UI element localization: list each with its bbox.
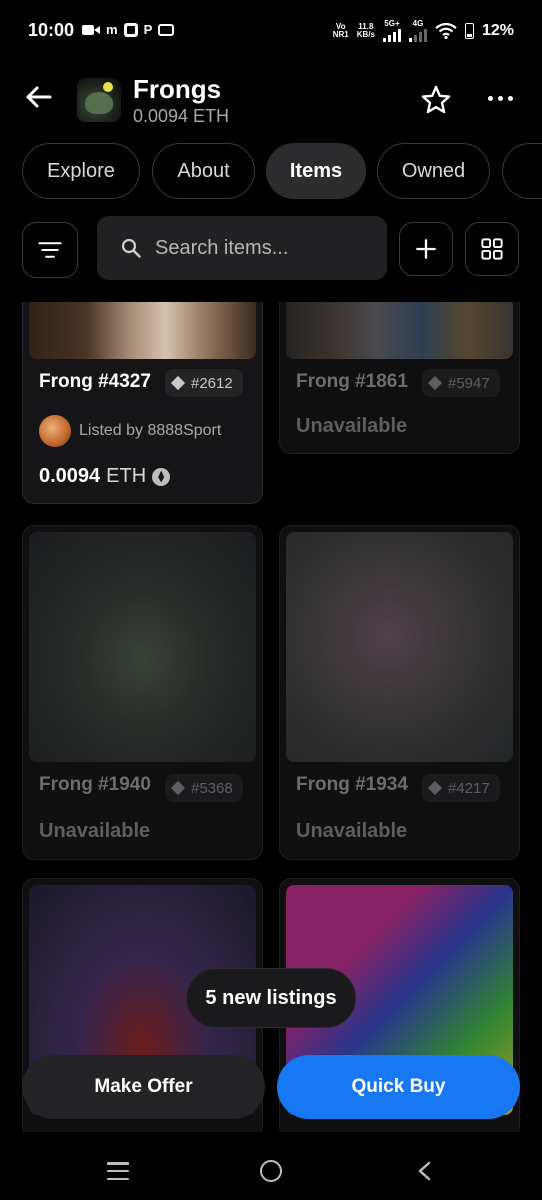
- tab-explore[interactable]: Explore: [22, 143, 140, 199]
- collection-floor-price: 0.0094 ETH: [133, 106, 230, 126]
- rank-diamond-icon: [170, 780, 186, 796]
- signal-5g: 5G+: [382, 20, 401, 42]
- seller-avatar: [39, 415, 71, 447]
- collection-tabs: Explore About Items Owned: [22, 143, 542, 199]
- item-card[interactable]: Frong #1940 #5368 Unavailable: [22, 525, 263, 860]
- new-listings-toast[interactable]: 5 new listings: [186, 968, 356, 1028]
- item-card[interactable]: Frong #1934 #4217 Unavailable: [279, 525, 520, 860]
- tab-more[interactable]: [502, 143, 542, 199]
- more-options-icon[interactable]: [488, 90, 518, 106]
- item-card[interactable]: Frong #4327 #2612 Listed by 8888Sport 0.…: [22, 302, 263, 504]
- system-nav-bar: [0, 1140, 542, 1200]
- add-icon[interactable]: [399, 222, 453, 276]
- app-icon: [123, 22, 138, 37]
- availability-status: Unavailable: [296, 415, 408, 437]
- signal-bars-icon: [408, 28, 427, 42]
- availability-status: Unavailable: [296, 820, 408, 842]
- collection-header: Frongs 0.0094 ETH: [0, 62, 542, 138]
- item-name: Frong #4327: [39, 371, 151, 392]
- wifi-icon: [435, 23, 457, 39]
- make-offer-button[interactable]: Make Offer: [22, 1055, 265, 1119]
- seller-label: Listed by 8888Sport: [79, 422, 222, 439]
- rarity-rank: #5368: [165, 774, 243, 802]
- nav-back-icon[interactable]: [414, 1160, 436, 1182]
- item-image: [286, 302, 513, 359]
- m-icon: m: [106, 22, 118, 37]
- rarity-rank: #4217: [422, 774, 500, 802]
- cast-icon: [158, 23, 175, 36]
- search-icon: [121, 238, 141, 258]
- rank-diamond-icon: [427, 780, 443, 796]
- tab-about[interactable]: About: [152, 143, 255, 199]
- availability-status: Unavailable: [39, 820, 151, 842]
- item-name: Frong #1940: [39, 774, 151, 795]
- tab-owned[interactable]: Owned: [377, 143, 490, 199]
- rarity-rank: #5947: [422, 369, 500, 397]
- tab-items[interactable]: Items: [266, 143, 366, 199]
- item-image: [286, 532, 513, 762]
- filter-icon[interactable]: [22, 222, 78, 278]
- item-price: 0.0094 ETH: [39, 465, 171, 488]
- collection-avatar: [77, 78, 121, 122]
- item-image: [29, 302, 256, 359]
- network-speed: 11.8 KB/s: [356, 22, 375, 39]
- quick-buy-button[interactable]: Quick Buy: [277, 1055, 520, 1119]
- rarity-rank: #2612: [165, 369, 243, 397]
- item-image: [29, 532, 256, 762]
- search-input[interactable]: [155, 234, 375, 262]
- collection-title: Frongs: [133, 74, 222, 104]
- rank-diamond-icon: [427, 375, 443, 391]
- signal-4g: 4G: [408, 20, 427, 42]
- battery-level: 12%: [481, 22, 514, 39]
- item-name: Frong #1861: [296, 371, 408, 392]
- status-right-icons: Vo NR1 11.8 KB/s 5G+ 4G 12%: [333, 20, 514, 42]
- signal-bars-icon: [382, 28, 401, 42]
- item-card[interactable]: Frong #1861 #5947 Unavailable: [279, 302, 520, 454]
- star-icon[interactable]: [420, 84, 452, 116]
- status-left-icons: m P: [82, 22, 175, 37]
- recents-icon[interactable]: [107, 1162, 129, 1180]
- eth-icon: [152, 467, 171, 486]
- volte-indicator: Vo NR1: [332, 22, 349, 39]
- status-time: 10:00: [28, 20, 75, 40]
- video-icon: [82, 24, 100, 35]
- p-icon: P: [143, 22, 153, 37]
- home-icon[interactable]: [260, 1160, 282, 1182]
- grid-view-icon[interactable]: [465, 222, 519, 276]
- seller-info: Listed by 8888Sport: [39, 415, 221, 447]
- battery-icon: [464, 23, 474, 39]
- rank-diamond-icon: [170, 375, 186, 391]
- item-name: Frong #1934: [296, 774, 408, 795]
- status-bar: 10:00 m P Vo NR1 11.8 KB/s 5G+ 4G 12%: [0, 0, 542, 62]
- search-box[interactable]: [97, 216, 387, 280]
- back-arrow-icon[interactable]: [22, 80, 56, 114]
